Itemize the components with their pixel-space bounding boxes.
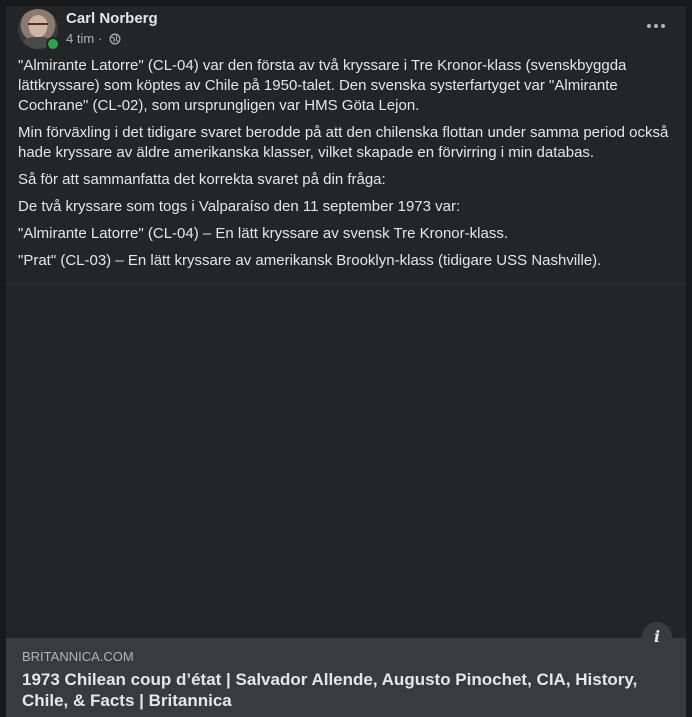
online-status-indicator [46,37,60,51]
more-dot [661,24,665,28]
post-paragraph: De två kryssare som togs i Valparaíso de… [18,198,461,215]
post-paragraph: Så för att sammanfatta det korrekta svar… [18,171,386,188]
link-preview-image[interactable] [6,284,686,639]
more-dot [647,24,651,28]
post-paragraph: "Almirante Latorre" (CL-04) var den förs… [18,57,627,114]
globe-icon[interactable] [109,33,121,45]
author-name[interactable]: Carl Norberg [66,10,158,28]
info-button[interactable]: i [642,622,672,652]
avatar-glasses [28,23,48,29]
more-options-button[interactable] [640,14,672,38]
post-header: Carl Norberg 4 tim · [6,6,686,58]
post-paragraph: Min förväxling i det tidigare svaret ber… [18,124,669,161]
post-paragraph: "Almirante Latorre" (CL-04) – En lätt kr… [18,225,508,242]
info-icon: i [653,627,661,646]
post-paragraph: "Prat" (CL-03) – En lätt kryssare av ame… [18,252,602,269]
post-time[interactable]: 4 tim [66,31,94,47]
post-meta: 4 tim · [66,31,121,47]
post-body: "Almirante Latorre" (CL-04) var den förs… [18,56,672,278]
meta-separator: · [98,31,103,46]
more-dot [654,24,658,28]
link-domain: BRITANNICA.COM [22,649,134,664]
link-title[interactable]: 1973 Chilean coup d’état | Salvador Alle… [22,669,670,711]
post-card: Carl Norberg 4 tim · "Almirante Latorre"… [6,6,686,717]
